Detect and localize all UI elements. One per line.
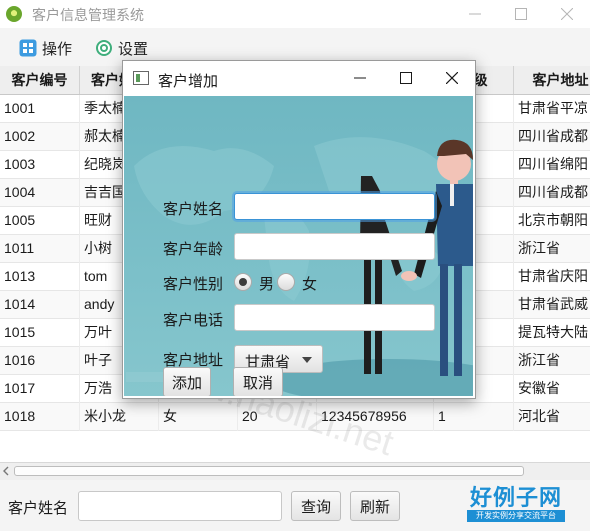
cell-id: 1003 xyxy=(0,151,80,179)
cell-id: 1018 xyxy=(0,403,80,431)
cell-address: 提瓦特大陆 xyxy=(514,319,590,347)
menu-settings-label: 设置 xyxy=(118,40,149,58)
close-button[interactable] xyxy=(544,0,590,28)
cell-address: 甘肃省武威 xyxy=(514,291,590,319)
close-icon xyxy=(446,72,458,84)
cell-id: 1005 xyxy=(0,207,80,235)
column-header-address[interactable]: 客户地址 xyxy=(514,66,590,94)
age-label: 客户年龄 xyxy=(163,241,224,258)
gender-female-label[interactable]: 女 xyxy=(302,273,317,294)
refresh-button[interactable]: 刷新 xyxy=(350,491,400,521)
scroll-left-icon[interactable] xyxy=(2,466,10,476)
scrollbar-thumb[interactable] xyxy=(14,466,524,476)
cell-address: 河北省 xyxy=(514,403,590,431)
query-button[interactable]: 查询 xyxy=(291,491,341,521)
name-input[interactable] xyxy=(234,193,435,220)
gender-male-radio[interactable] xyxy=(234,273,252,291)
app-icon xyxy=(6,6,22,22)
maximize-icon xyxy=(515,8,527,20)
cell-address: 浙江省 xyxy=(514,235,590,263)
add-customer-dialog: 客户增加 客户姓名 客户年龄 客户性别 男 女 客户电话 客户地址 甘肃省 添加… xyxy=(122,60,476,399)
search-label: 客户姓名 xyxy=(8,500,69,517)
table-row[interactable]: 1018 米小龙女 20 12345678956 1 河北省 xyxy=(0,403,590,431)
site-logo: 好例子网 开发实例分享交流平台 xyxy=(467,480,585,526)
cell-id: 1002 xyxy=(0,123,80,151)
search-input[interactable] xyxy=(78,491,282,521)
name-label: 客户姓名 xyxy=(163,201,224,218)
chevron-down-icon xyxy=(302,357,312,363)
dialog-titlebar: 客户增加 xyxy=(123,61,475,95)
cell-id: 1011 xyxy=(0,235,80,263)
cell-age: 20 xyxy=(238,403,317,431)
cell-address: 安徽省 xyxy=(514,375,590,403)
menu-operation[interactable]: 操作 xyxy=(19,36,72,60)
cell-id: 1013 xyxy=(0,263,80,291)
menu-bar: 操作 设置 xyxy=(0,34,590,62)
cell-id: 1015 xyxy=(0,319,80,347)
cell-address: 四川省绵阳 xyxy=(514,151,590,179)
main-window-titlebar: 客户信息管理系统 xyxy=(0,0,590,28)
minimize-button[interactable] xyxy=(452,0,498,28)
cell-id: 1014 xyxy=(0,291,80,319)
maximize-button[interactable] xyxy=(498,0,544,28)
cell-level: 1 xyxy=(434,403,514,431)
cell-gender: 女 xyxy=(159,403,238,431)
dialog-minimize-button[interactable] xyxy=(337,61,383,95)
cell-address: 浙江省 xyxy=(514,347,590,375)
age-input[interactable] xyxy=(234,233,435,260)
add-button[interactable]: 添加 xyxy=(163,367,211,396)
dialog-title: 客户增加 xyxy=(158,73,219,90)
cell-address: 北京市朝阳 xyxy=(514,207,590,235)
cell-name: 米小龙 xyxy=(80,403,159,431)
dialog-maximize-button[interactable] xyxy=(383,61,429,95)
column-header-id[interactable]: 客户编号 xyxy=(0,66,80,94)
menu-operation-label: 操作 xyxy=(42,40,73,58)
cell-address: 甘肃省庆阳 xyxy=(514,263,590,291)
gear-icon xyxy=(96,40,112,56)
dialog-form: 客户姓名 客户年龄 客户性别 男 女 客户电话 客户地址 甘肃省 添加 取消 xyxy=(124,96,473,396)
phone-label: 客户电话 xyxy=(163,312,224,329)
logo-sub-text: 开发实例分享交流平台 xyxy=(467,510,565,522)
cell-address: 四川省成都 xyxy=(514,123,590,151)
phone-input[interactable] xyxy=(234,304,435,331)
minimize-icon xyxy=(469,13,481,15)
minimize-icon xyxy=(354,77,366,79)
gender-male-label[interactable]: 男 xyxy=(259,273,274,294)
cell-phone: 12345678956 xyxy=(317,403,434,431)
gender-label: 客户性别 xyxy=(163,276,224,293)
close-icon xyxy=(561,8,573,20)
logo-main-text: 好例子网 xyxy=(469,485,562,510)
cell-address: 甘肃省平凉 xyxy=(514,95,590,123)
cell-address: 四川省成都 xyxy=(514,179,590,207)
menu-settings[interactable]: 设置 xyxy=(95,36,148,60)
window-title: 客户信息管理系统 xyxy=(32,7,144,23)
gender-female-radio[interactable] xyxy=(277,273,295,291)
cell-id: 1017 xyxy=(0,375,80,403)
cancel-button[interactable]: 取消 xyxy=(233,367,283,396)
operation-icon xyxy=(19,39,37,57)
dialog-close-button[interactable] xyxy=(429,61,475,95)
dialog-window-icon xyxy=(133,71,149,85)
cell-id: 1001 xyxy=(0,95,80,123)
maximize-icon xyxy=(400,72,412,84)
cell-id: 1004 xyxy=(0,179,80,207)
cell-id: 1016 xyxy=(0,347,80,375)
horizontal-scrollbar[interactable] xyxy=(0,462,590,480)
